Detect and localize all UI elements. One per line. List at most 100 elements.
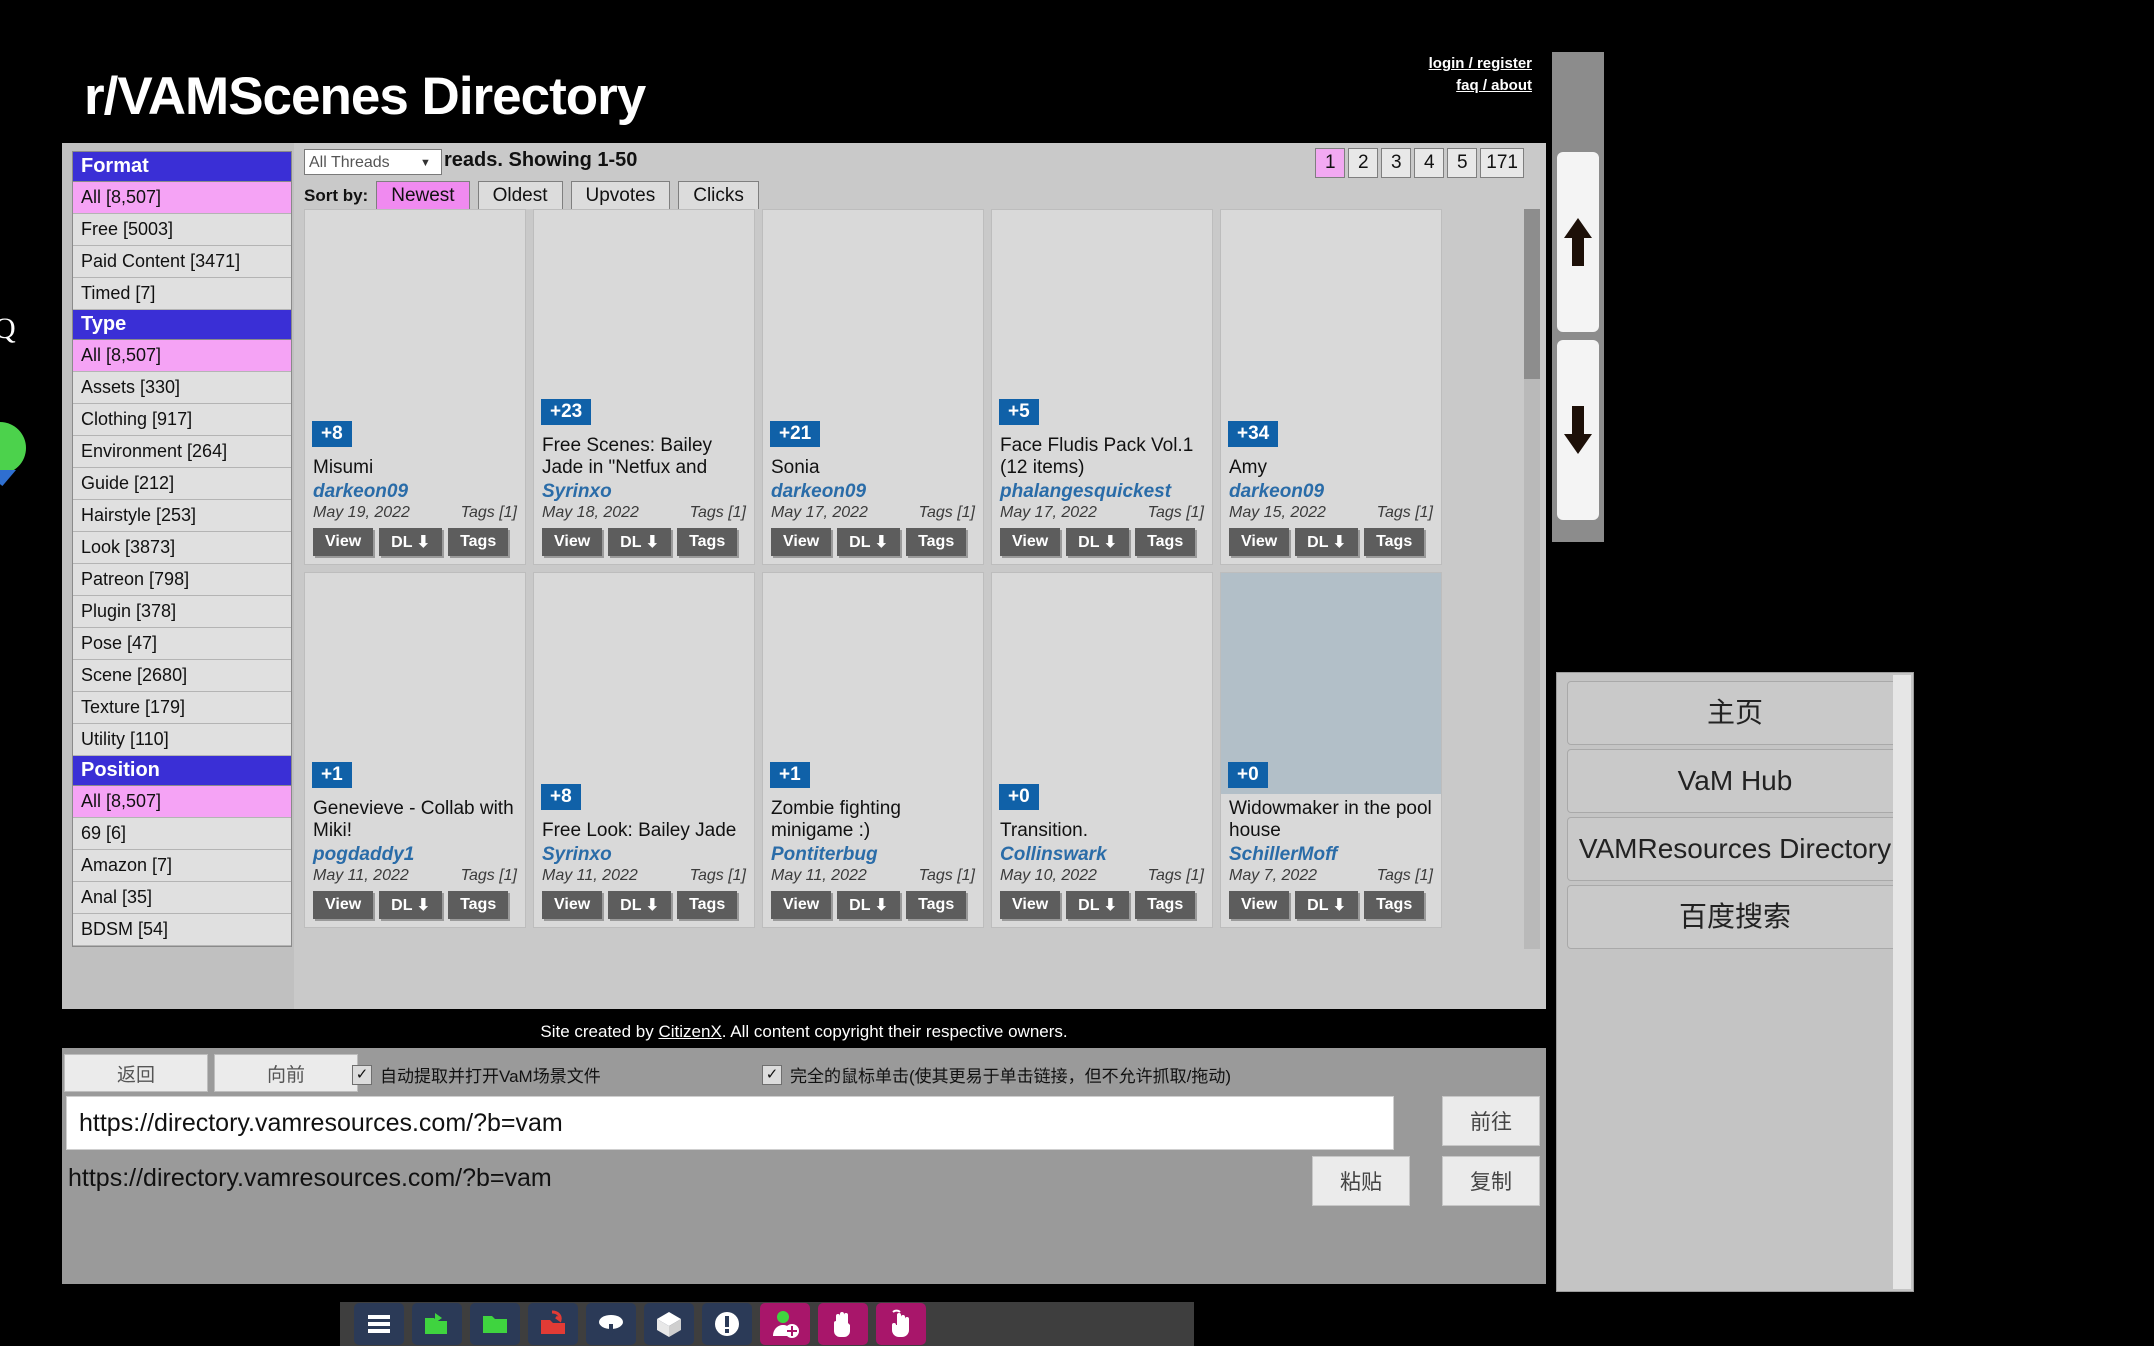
copy-button[interactable]: 复制 [1442, 1156, 1540, 1206]
result-card[interactable]: +23Free Scenes: Bailey Jade in "Netfux a… [533, 209, 755, 565]
card-tags-button[interactable]: Tags [1364, 891, 1424, 919]
card-download-button[interactable]: DL ⬇ [837, 528, 900, 556]
cube-icon[interactable] [644, 1303, 694, 1345]
card-title[interactable]: Amy [1229, 457, 1433, 479]
card-view-button[interactable]: View [313, 528, 373, 556]
footer-author-link[interactable]: CitizenX [658, 1022, 721, 1041]
card-title[interactable]: Transition. [1000, 820, 1204, 842]
login-register-link[interactable]: login / register [1429, 53, 1532, 75]
thread-filter-select[interactable]: All Threads [304, 149, 442, 175]
sort-clicks-button[interactable]: Clicks [678, 181, 759, 211]
card-title[interactable]: Genevieve - Collab with Miki! [313, 798, 517, 842]
result-card[interactable]: +1Genevieve - Collab with Miki!pogdaddy1… [304, 572, 526, 928]
results-scrollbar[interactable] [1524, 209, 1540, 949]
result-card[interactable]: +0Widowmaker in the pool houseSchillerMo… [1220, 572, 1442, 928]
sidebar-item-position-anal[interactable]: Anal [35] [73, 882, 291, 914]
folder-icon[interactable] [470, 1303, 520, 1345]
open-folder-icon[interactable] [412, 1303, 462, 1345]
sort-oldest-button[interactable]: Oldest [478, 181, 563, 211]
result-card[interactable]: +5Face Fludis Pack Vol.1 (12 items)phala… [991, 209, 1213, 565]
card-title[interactable]: Free Scenes: Bailey Jade in "Netfux and [542, 435, 746, 479]
card-view-button[interactable]: View [542, 891, 602, 919]
card-tags-button[interactable]: Tags [677, 891, 737, 919]
card-thumbnail[interactable]: +8 [534, 573, 754, 816]
vam-hub-button[interactable]: VaM Hub [1567, 749, 1903, 813]
card-view-button[interactable]: View [771, 528, 831, 556]
card-view-button[interactable]: View [1000, 891, 1060, 919]
sidebar-item-type-patreon[interactable]: Patreon [798] [73, 564, 291, 596]
card-tags-count[interactable]: Tags [1] [919, 867, 975, 885]
full-click-checkbox-group[interactable]: ✓ 完全的鼠标单击(使其更易于单击链接，但不允许抓取/拖动) [762, 1062, 1231, 1087]
auto-extract-checkbox[interactable]: ✓ [352, 1065, 372, 1085]
menu-icon[interactable] [354, 1303, 404, 1345]
full-click-checkbox[interactable]: ✓ [762, 1065, 782, 1085]
card-title[interactable]: Zombie fighting minigame :) [771, 798, 975, 842]
page-scroll-bar[interactable] [1552, 52, 1604, 542]
sidebar-item-position-amazon[interactable]: Amazon [7] [73, 850, 291, 882]
page-button-3[interactable]: 3 [1381, 148, 1411, 178]
card-author-link[interactable]: pogdaddy1 [313, 842, 517, 867]
card-download-button[interactable]: DL ⬇ [1295, 528, 1358, 556]
result-card[interactable]: +8Misumidarkeon09May 19, 2022Tags [1]Vie… [304, 209, 526, 565]
card-download-button[interactable]: DL ⬇ [379, 528, 442, 556]
sort-upvotes-button[interactable]: Upvotes [571, 181, 671, 211]
card-tags-count[interactable]: Tags [1] [461, 504, 517, 522]
sidebar-item-position-bdsm[interactable]: BDSM [54] [73, 914, 291, 946]
sidebar-item-format-paid[interactable]: Paid Content [3471] [73, 246, 291, 278]
sidebar-item-position-all[interactable]: All [8,507] [73, 786, 291, 818]
card-download-button[interactable]: DL ⬇ [837, 891, 900, 919]
result-card[interactable]: +1Zombie fighting minigame :)Pontiterbug… [762, 572, 984, 928]
card-thumbnail[interactable]: +1 [763, 573, 983, 794]
card-author-link[interactable]: SchillerMoff [1229, 842, 1433, 867]
sidebar-item-type-assets[interactable]: Assets [330] [73, 372, 291, 404]
hand-icon[interactable] [818, 1303, 868, 1345]
sidebar-item-type-all[interactable]: All [8,507] [73, 340, 291, 372]
sidebar-item-type-utility[interactable]: Utility [110] [73, 724, 291, 756]
scroll-down-button[interactable] [1557, 340, 1599, 520]
card-author-link[interactable]: Syrinxo [542, 842, 746, 867]
card-tags-count[interactable]: Tags [1] [1377, 504, 1433, 522]
page-button-last[interactable]: 171 [1480, 148, 1524, 178]
card-download-button[interactable]: DL ⬇ [1066, 528, 1129, 556]
card-tags-count[interactable]: Tags [1] [690, 504, 746, 522]
page-button-4[interactable]: 4 [1414, 148, 1444, 178]
card-view-button[interactable]: View [313, 891, 373, 919]
sidebar-item-format-free[interactable]: Free [5003] [73, 214, 291, 246]
card-view-button[interactable]: View [1000, 528, 1060, 556]
card-tags-button[interactable]: Tags [906, 528, 966, 556]
back-button[interactable]: 返回 [64, 1054, 208, 1092]
card-tags-count[interactable]: Tags [1] [690, 867, 746, 885]
card-author-link[interactable]: darkeon09 [771, 479, 975, 504]
card-download-button[interactable]: DL ⬇ [608, 528, 671, 556]
sidebar-item-type-plugin[interactable]: Plugin [378] [73, 596, 291, 628]
cloud-download-icon[interactable] [586, 1303, 636, 1345]
card-tags-count[interactable]: Tags [1] [1148, 867, 1204, 885]
go-button[interactable]: 前往 [1442, 1096, 1540, 1146]
sidebar-item-format-all[interactable]: All [8,507] [73, 182, 291, 214]
card-thumbnail[interactable]: +23 [534, 210, 754, 431]
card-download-button[interactable]: DL ⬇ [379, 891, 442, 919]
card-author-link[interactable]: darkeon09 [313, 479, 517, 504]
sidebar-item-type-environment[interactable]: Environment [264] [73, 436, 291, 468]
card-thumbnail[interactable]: +0 [1221, 573, 1441, 794]
card-thumbnail[interactable]: +5 [992, 210, 1212, 431]
card-title[interactable]: Face Fludis Pack Vol.1 (12 items) [1000, 435, 1204, 479]
home-button[interactable]: 主页 [1567, 681, 1903, 745]
sidebar-item-type-texture[interactable]: Texture [179] [73, 692, 291, 724]
sort-newest-button[interactable]: Newest [376, 181, 469, 211]
sidebar-item-position-69[interactable]: 69 [6] [73, 818, 291, 850]
card-tags-button[interactable]: Tags [448, 891, 508, 919]
card-author-link[interactable]: phalangesquickest [1000, 479, 1204, 504]
vamresources-directory-button[interactable]: VAMResources Directory [1567, 817, 1903, 881]
card-tags-button[interactable]: Tags [677, 528, 737, 556]
card-thumbnail[interactable]: +21 [763, 210, 983, 453]
card-tags-button[interactable]: Tags [1135, 891, 1195, 919]
card-view-button[interactable]: View [1229, 528, 1289, 556]
card-view-button[interactable]: View [1229, 891, 1289, 919]
card-author-link[interactable]: Collinswark [1000, 842, 1204, 867]
card-author-link[interactable]: Pontiterbug [771, 842, 975, 867]
card-tags-button[interactable]: Tags [1364, 528, 1424, 556]
card-view-button[interactable]: View [542, 528, 602, 556]
card-download-button[interactable]: DL ⬇ [1066, 891, 1129, 919]
results-scrollbar-thumb[interactable] [1524, 209, 1540, 379]
